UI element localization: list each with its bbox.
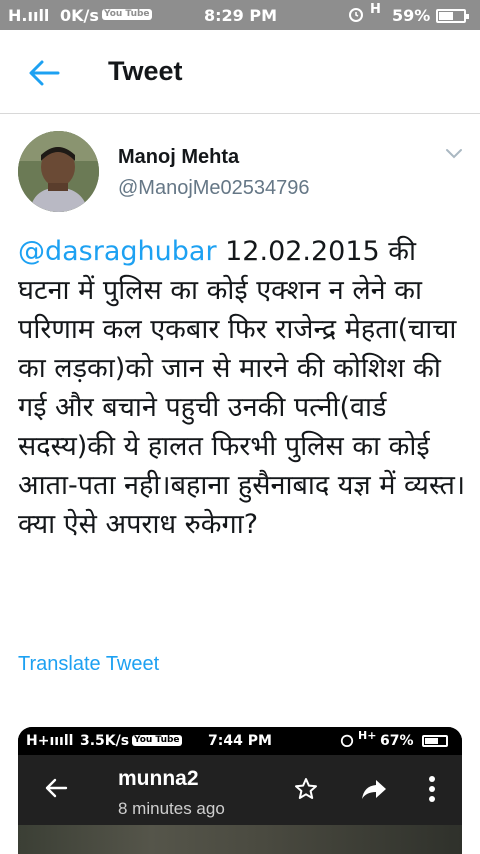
author-name[interactable]: Manoj Mehta bbox=[118, 146, 239, 169]
battery-percent: 59% bbox=[392, 6, 431, 25]
more-vertical-icon bbox=[429, 776, 435, 802]
media-network-type: H+ bbox=[358, 729, 377, 742]
profile-photo bbox=[18, 131, 99, 212]
arrow-left-icon bbox=[45, 778, 68, 798]
avatar[interactable] bbox=[18, 131, 99, 212]
tweet-media-image[interactable]: H+ıııll 3.5K/s You Tube 7:44 PM H+ 67% m… bbox=[18, 727, 462, 854]
page-title: Tweet bbox=[108, 56, 183, 86]
battery-icon bbox=[436, 9, 469, 23]
media-toolbar: munna2 8 minutes ago bbox=[18, 755, 462, 825]
alarm-icon bbox=[348, 6, 364, 26]
media-status-time: 7:44 PM bbox=[208, 733, 272, 749]
tweet-body: 12.02.2015 की घटना में पुलिस का कोई एक्श… bbox=[18, 236, 466, 540]
media-signal-indicator: H+ıııll bbox=[26, 733, 74, 749]
media-battery-fill bbox=[425, 738, 438, 744]
media-subtitle: 8 minutes ago bbox=[118, 799, 225, 818]
back-button[interactable] bbox=[26, 58, 62, 88]
media-alarm-icon bbox=[340, 733, 354, 751]
star-icon bbox=[295, 778, 317, 799]
signal-indicator: H.ııll bbox=[8, 6, 50, 25]
media-battery-percent: 67% bbox=[380, 733, 414, 749]
author-handle[interactable]: @ManojMe02534796 bbox=[118, 177, 310, 200]
share-icon bbox=[362, 780, 386, 799]
tweet-text: @dasraghubar 12.02.2015 की घटना में पुलि… bbox=[18, 232, 466, 544]
media-battery-icon bbox=[422, 735, 448, 747]
network-type: H bbox=[370, 2, 381, 17]
top-app-bar: Tweet bbox=[0, 30, 480, 114]
mention-link[interactable]: @dasraghubar bbox=[18, 236, 217, 267]
status-bar: H.ııll 0K/s You Tube 8:29 PM H 59% bbox=[0, 0, 480, 30]
media-status-bar: H+ıııll 3.5K/s You Tube 7:44 PM H+ 67% bbox=[18, 727, 462, 755]
translate-tweet-link[interactable]: Translate Tweet bbox=[18, 653, 159, 676]
media-title: munna2 bbox=[118, 767, 199, 790]
tweet-options-button[interactable] bbox=[444, 146, 464, 160]
network-speed: 0K/s bbox=[60, 6, 99, 25]
youtube-notification-icon: You Tube bbox=[102, 9, 152, 20]
arrow-left-icon bbox=[29, 60, 60, 86]
media-youtube-icon: You Tube bbox=[132, 735, 182, 746]
media-photo-content bbox=[18, 825, 462, 854]
status-time: 8:29 PM bbox=[204, 6, 278, 25]
chevron-down-icon bbox=[446, 149, 462, 159]
battery-fill bbox=[439, 12, 453, 20]
media-network-speed: 3.5K/s bbox=[80, 733, 130, 749]
